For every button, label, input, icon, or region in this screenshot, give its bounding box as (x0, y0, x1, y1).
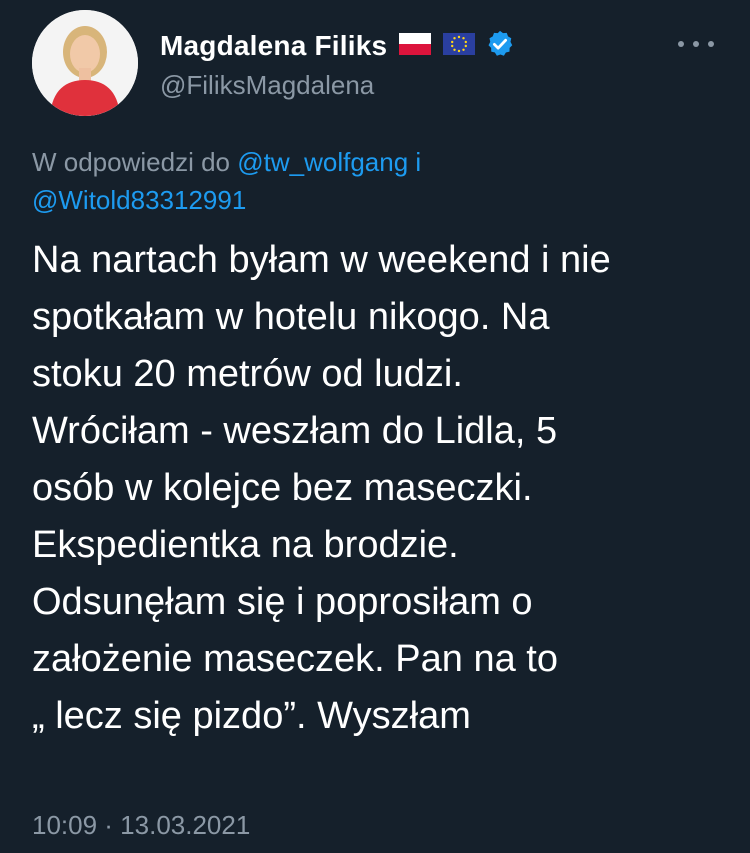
reply-prefix: W odpowiedzi do (32, 147, 238, 177)
tweet-text-line: Na nartach byłam w weekend i nie (32, 239, 611, 281)
dot (708, 41, 714, 47)
reply-mention-link[interactable]: @Witold83312991 (32, 185, 246, 215)
tweet-text-line: Wróciłam - weszłam do Lidla, 5 (32, 410, 558, 452)
eu-flag-icon (443, 32, 476, 60)
verified-badge-icon (485, 29, 515, 64)
dot (678, 41, 684, 47)
poland-flag-icon (399, 32, 432, 60)
tweet-timestamp[interactable]: 10:09 · 13.03.2021 (32, 810, 250, 841)
tweet-text-line: osób w kolejce bez maseczki. (32, 467, 533, 509)
tweet-text-line: spotkałam w hotelu nikogo. Na (32, 296, 550, 338)
tweet-text: Na nartach byłam w weekend i nie spotkał… (32, 232, 722, 745)
reply-conjunction: i (415, 147, 422, 177)
reply-context: W odpowiedzi do @tw_wolfgang i @Witold83… (32, 143, 712, 219)
author-name-row: Magdalena Filiks (160, 28, 515, 64)
tweet-text-line: Ekspedientka na brodzie. (32, 524, 459, 566)
tweet: Magdalena Filiks @FiliksMagdalena W odpo… (0, 0, 750, 853)
tweet-text-line: „ lecz się pizdo”. Wyszłam (32, 695, 471, 737)
author-handle[interactable]: @FiliksMagdalena (160, 70, 374, 101)
reply-mention-link[interactable]: @tw_wolfgang (237, 147, 408, 177)
display-name[interactable]: Magdalena Filiks (160, 30, 387, 62)
more-dots-icon[interactable] (678, 34, 714, 54)
tweet-text-line: Odsunęłam się i poprosiłam o (32, 581, 533, 623)
dot (693, 41, 699, 47)
avatar-image (32, 10, 138, 116)
tweet-text-line: założenie maseczek. Pan na to (32, 638, 558, 680)
tweet-text-line: stoku 20 metrów od ludzi. (32, 353, 463, 395)
avatar[interactable] (32, 10, 138, 116)
